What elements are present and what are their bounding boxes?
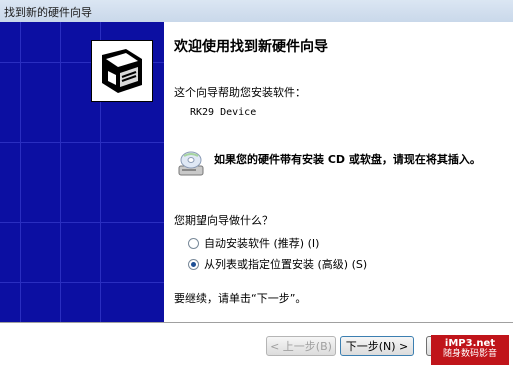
option-list-install-label: 从列表或指定位置安装 (高级) (S) xyxy=(204,258,368,271)
watermark-line1: iMP3.net xyxy=(444,338,496,349)
back-button[interactable]: < 上一步(B) xyxy=(266,336,336,356)
divider xyxy=(0,322,513,324)
next-button[interactable]: 下一步(N) > xyxy=(340,336,414,356)
option-auto-install-label: 自动安装软件 (推荐) (I) xyxy=(204,237,320,250)
radio-list-install[interactable] xyxy=(188,258,199,270)
wizard-banner xyxy=(0,22,164,322)
wizard-client: 欢迎使用找到新硬件向导 这个向导帮助您安装软件： RK29 Device 如果您… xyxy=(0,22,513,368)
cd-drive-icon xyxy=(176,150,206,178)
question-text: 您期望向导做什么？ xyxy=(174,214,273,227)
insert-media-tip: 如果您的硬件带有安装 CD 或软盘，请现在将其插入。 xyxy=(214,153,481,166)
option-auto-install[interactable]: 自动安装软件 (推荐) (I) xyxy=(188,235,319,251)
radio-auto-install[interactable] xyxy=(188,237,199,249)
hardware-wizard-icon xyxy=(91,40,153,102)
wizard-content: 欢迎使用找到新硬件向导 这个向导帮助您安装软件： RK29 Device 如果您… xyxy=(164,22,513,322)
watermark-line2: 随身数码影音 xyxy=(442,349,497,359)
continue-text: 要继续，请单击“下一步”。 xyxy=(174,292,307,305)
window-title: 找到新的硬件向导 xyxy=(4,6,92,19)
title-bar[interactable]: 找到新的硬件向导 xyxy=(0,0,513,23)
description-text: 这个向导帮助您安装软件： xyxy=(174,86,306,99)
watermark-logo: iMP3.net 随身数码影音 xyxy=(431,335,509,365)
option-list-install[interactable]: 从列表或指定位置安装 (高级) (S) xyxy=(188,256,367,272)
page-title: 欢迎使用找到新硬件向导 xyxy=(174,39,328,55)
device-name: RK29 Device xyxy=(190,107,257,118)
